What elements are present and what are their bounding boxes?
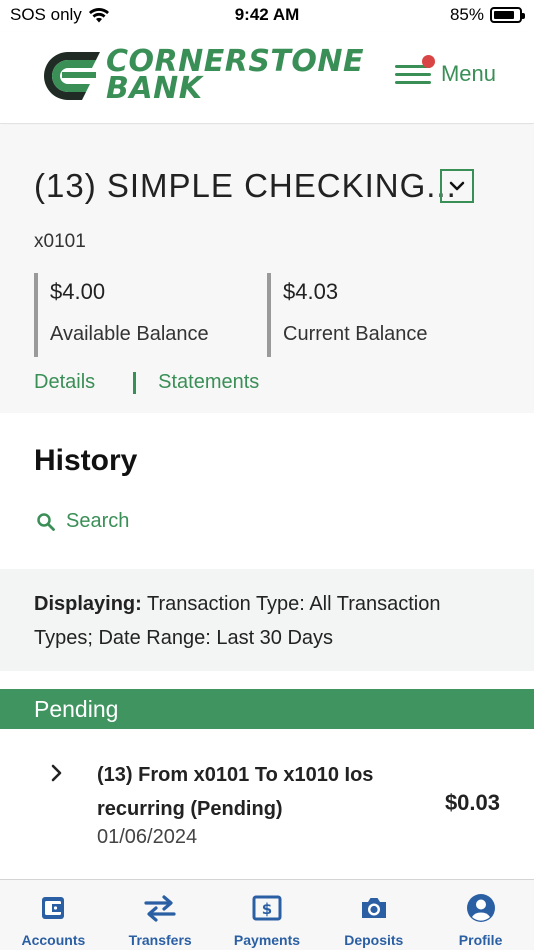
tab-accounts[interactable]: Accounts xyxy=(0,880,107,950)
tab-deposits[interactable]: Deposits xyxy=(320,880,427,950)
account-title: (13) SIMPLE CHECKING... xyxy=(34,167,457,204)
notification-dot xyxy=(421,55,435,68)
available-balance: $4.00 Available Balance xyxy=(34,273,209,357)
svg-text:$: $ xyxy=(262,900,272,918)
details-link[interactable]: Details xyxy=(34,371,95,394)
tab-label: Profile xyxy=(458,932,503,948)
account-dropdown-button[interactable] xyxy=(440,169,474,203)
filter-prefix: Displaying: xyxy=(34,593,142,615)
link-divider xyxy=(133,371,137,394)
available-balance-label: Available Balance xyxy=(50,323,209,345)
chevron-right-icon xyxy=(51,764,62,782)
bank-logo-mark-icon xyxy=(44,52,100,100)
statements-link[interactable]: Statements xyxy=(158,371,259,394)
history-title: History xyxy=(34,444,138,477)
transaction-date: 01/06/2024 xyxy=(97,826,198,848)
battery-level xyxy=(494,11,515,19)
filter-summary: Displaying: Transaction Type: All Transa… xyxy=(0,569,534,671)
camera-icon xyxy=(361,898,386,918)
transaction-row[interactable]: (13) From x0101 To x1010 Ios recurring (… xyxy=(0,730,534,875)
account-summary: (13) SIMPLE CHECKING... x0101 $4.00 Avai… xyxy=(0,125,534,413)
available-balance-amount: $4.00 xyxy=(50,279,106,304)
current-balance: $4.03 Current Balance xyxy=(267,273,428,357)
bottom-tab-bar: Accounts Transfers $ Payments Deposits P… xyxy=(0,879,534,950)
logo-line-2: BANK xyxy=(106,71,203,106)
tab-label: Payments xyxy=(233,932,301,948)
transaction-description: (13) From x0101 To x1010 Ios recurring (… xyxy=(97,764,374,820)
battery-percent: 85% xyxy=(449,5,484,24)
cornerstone-bank-logo[interactable]: CORNERSTONE BANK xyxy=(34,47,364,104)
wallet-icon xyxy=(42,897,65,919)
chevron-down-icon xyxy=(449,181,465,191)
account-links: Details Statements xyxy=(34,371,259,394)
transaction-amount: $0.03 xyxy=(444,790,500,815)
hamburger-icon xyxy=(394,55,435,87)
battery-icon xyxy=(490,7,525,23)
tab-label: Deposits xyxy=(344,932,404,948)
tab-profile[interactable]: Profile xyxy=(427,880,534,950)
search-icon xyxy=(37,512,55,531)
dollar-bill-icon: $ xyxy=(252,895,282,921)
current-balance-label: Current Balance xyxy=(283,323,428,345)
current-balance-amount: $4.03 xyxy=(283,279,339,304)
transfer-arrows-icon xyxy=(144,895,176,922)
user-circle-icon xyxy=(466,894,495,922)
status-bar: SOS only 9:42 AM 85% xyxy=(0,0,534,32)
app-header: CORNERSTONE BANK Menu xyxy=(0,32,534,124)
search-link[interactable]: Search xyxy=(36,510,129,533)
tab-label: Accounts xyxy=(21,932,86,948)
pending-section-header: Pending xyxy=(0,689,534,729)
tab-label: Transfers xyxy=(128,932,192,948)
tab-transfers[interactable]: Transfers xyxy=(107,880,214,950)
menu-button[interactable]: Menu xyxy=(394,55,496,92)
tab-payments[interactable]: $ Payments xyxy=(214,880,321,950)
search-label: Search xyxy=(66,510,130,532)
menu-label: Menu xyxy=(440,61,496,86)
account-number: x0101 xyxy=(34,231,86,252)
